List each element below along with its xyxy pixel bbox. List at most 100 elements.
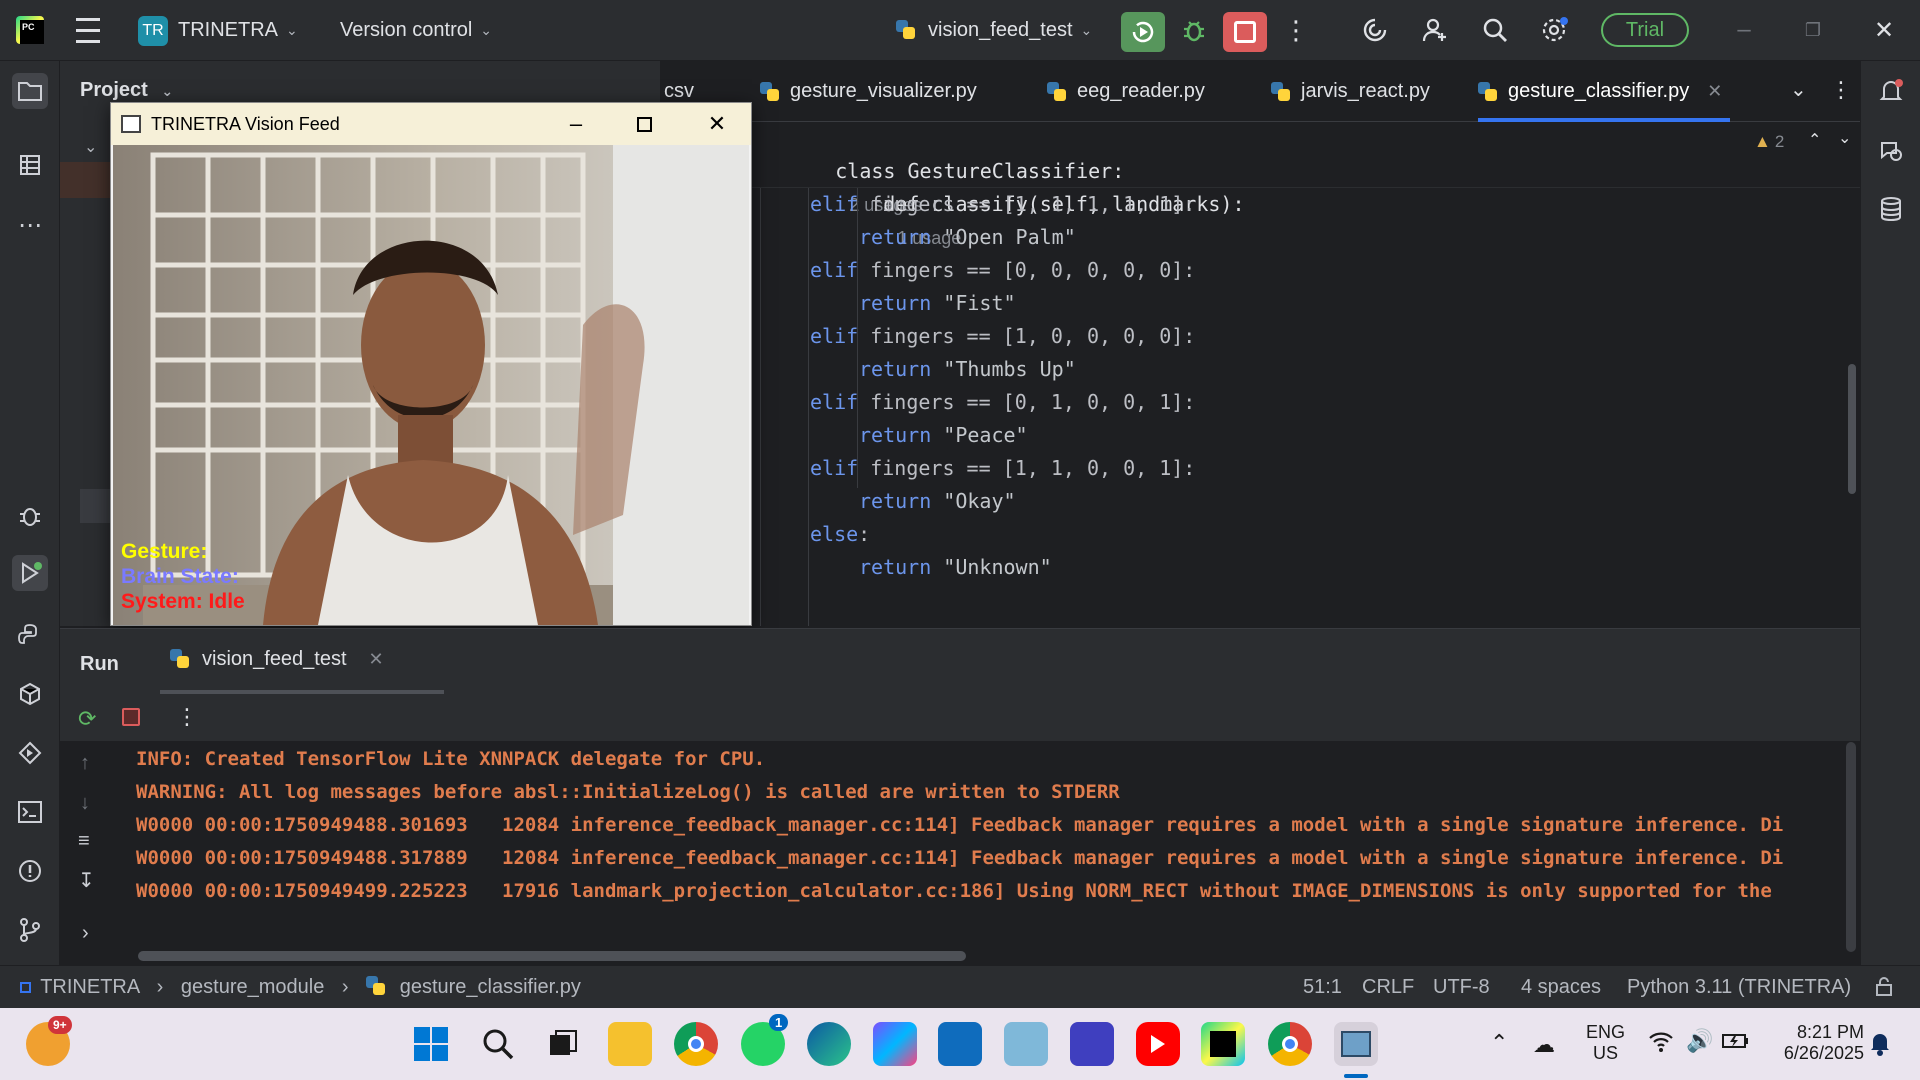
search-icon[interactable] <box>1479 14 1511 46</box>
microsoft365-icon[interactable] <box>873 1022 917 1066</box>
console-h-scrollbar[interactable] <box>138 951 966 961</box>
indent-setting[interactable]: 4 spaces <box>1521 976 1601 999</box>
code-line[interactable]: return "Unknown" <box>859 551 1052 584</box>
start-windows-icon[interactable] <box>409 1022 453 1066</box>
console-log-line[interactable]: WARNING: All log messages before absl::I… <box>136 781 1120 803</box>
console-log-line[interactable]: W0000 00:00:1750949488.317889 12084 infe… <box>136 847 1783 869</box>
git-branch-icon[interactable] <box>12 912 48 948</box>
code-line[interactable]: elif fingers == [1, 0, 0, 0, 0]: <box>810 320 1195 353</box>
whatsapp-icon[interactable]: 1 <box>741 1014 789 1066</box>
battery-icon[interactable] <box>1722 1032 1750 1055</box>
run-config-selector[interactable]: vision_feed_test ⌄ <box>896 0 1092 61</box>
edge-icon[interactable] <box>807 1022 851 1066</box>
clock[interactable]: 8:21 PM 6/26/2025 <box>1768 1022 1864 1064</box>
run-tool-icon[interactable] <box>12 555 48 591</box>
code-line[interactable]: elif fingers == [0, 1, 0, 0, 1]: <box>810 386 1195 419</box>
services-icon[interactable] <box>12 735 48 771</box>
editor-scrollbar[interactable] <box>1848 364 1856 494</box>
settings-gear-icon[interactable] <box>1538 14 1570 46</box>
chrome-profile-icon[interactable] <box>1268 1022 1312 1066</box>
prev-highlight-icon[interactable]: ⌃ <box>1808 130 1821 150</box>
code-line[interactable]: else: <box>810 518 870 551</box>
code-line[interactable]: elif fingers == [0, 0, 0, 0, 0]: <box>810 254 1195 287</box>
maximize-icon[interactable] <box>623 109 665 139</box>
next-highlight-icon[interactable]: ⌄ <box>1838 128 1851 148</box>
task-view-icon[interactable] <box>541 1022 585 1066</box>
main-menu-button[interactable] <box>74 0 102 61</box>
database-icon[interactable] <box>1873 191 1909 227</box>
more-actions-icon[interactable]: ⋮ <box>176 704 198 730</box>
warning-icon[interactable]: ▲ 2 <box>1754 132 1784 152</box>
terminal-icon[interactable] <box>12 794 48 830</box>
sticky-class-line[interactable]: class GestureClassifier: 2 usages <box>763 122 1124 215</box>
notifications-bell-icon[interactable] <box>1873 73 1909 109</box>
chrome-icon[interactable] <box>674 1022 718 1066</box>
console-output[interactable]: INFO: Created TensorFlow Lite XNNPACK de… <box>120 742 1820 966</box>
language-indicator[interactable]: ENG US <box>1586 1022 1625 1064</box>
code-line[interactable]: return "Open Palm" <box>859 221 1076 254</box>
pycharm-taskbar-icon[interactable] <box>1201 1022 1245 1066</box>
minimize-icon[interactable]: – <box>555 109 597 139</box>
search-icon[interactable] <box>476 1022 520 1066</box>
close-tab-icon[interactable]: ✕ <box>1707 81 1722 102</box>
wifi-icon[interactable] <box>1648 1030 1674 1057</box>
python-console-icon[interactable] <box>12 617 48 653</box>
structure-icon[interactable] <box>12 147 48 183</box>
soft-wrap-icon[interactable]: ≡ <box>78 830 90 853</box>
scroll-down-icon[interactable]: ↓ <box>80 792 90 815</box>
stop-icon[interactable] <box>122 708 140 726</box>
rerun-button[interactable] <box>1121 12 1165 52</box>
sticky-def-line[interactable]: def classify(self, landmarks): 1 usage <box>811 155 1244 248</box>
tab-jarvis-react[interactable]: jarvis_react.py <box>1271 61 1430 122</box>
debug-button[interactable] <box>1178 14 1210 46</box>
more-tools-icon[interactable]: ⋯ <box>12 207 48 243</box>
file-encoding[interactable]: UTF-8 <box>1433 976 1490 999</box>
debug-tool-icon[interactable] <box>12 497 48 533</box>
stop-button[interactable] <box>1223 12 1267 52</box>
lock-icon[interactable] <box>1874 976 1894 1002</box>
caret-position[interactable]: 51:1 <box>1303 976 1342 999</box>
console-log-line[interactable]: INFO: Created TensorFlow Lite XNNPACK de… <box>136 748 765 770</box>
tab-gesture-visualizer[interactable]: gesture_visualizer.py <box>760 61 977 122</box>
code-line[interactable]: return "Thumbs Up" <box>859 353 1076 386</box>
expand-chevron-icon[interactable]: › <box>82 922 89 945</box>
breadcrumb-file[interactable]: gesture_classifier.py <box>400 976 581 998</box>
console-log-line[interactable]: W0000 00:00:1750949488.301693 12084 infe… <box>136 814 1783 836</box>
linear-app-icon[interactable] <box>1070 1022 1114 1066</box>
widgets-icon[interactable]: 9+ <box>26 1016 72 1066</box>
project-folder-icon[interactable] <box>12 73 48 109</box>
tree-chevron-icon[interactable]: ⌄ <box>84 137 97 157</box>
tab-eeg-reader[interactable]: eeg_reader.py <box>1047 61 1205 122</box>
minimize-icon[interactable]: – <box>1728 14 1760 46</box>
console-log-line[interactable]: W0000 00:00:1750949499.225223 17916 land… <box>136 880 1772 902</box>
line-separator[interactable]: CRLF <box>1362 976 1414 999</box>
close-tab-icon[interactable]: ✕ <box>369 649 384 670</box>
add-user-icon[interactable] <box>1419 14 1451 46</box>
more-actions-button[interactable]: ⋮ <box>1280 14 1312 46</box>
close-icon[interactable]: ✕ <box>696 109 738 139</box>
scroll-to-end-icon[interactable]: ↧ <box>78 868 95 893</box>
breadcrumb-project[interactable]: TRINETRA <box>40 976 139 998</box>
breadcrumb-module[interactable]: gesture_module <box>181 976 324 998</box>
ai-chat-icon[interactable] <box>1873 133 1909 169</box>
project-panel-header[interactable]: Project ⌄ <box>80 79 173 102</box>
scroll-up-icon[interactable]: ↑ <box>80 752 90 775</box>
tab-more-icon[interactable]: ⋮ <box>1830 77 1852 103</box>
volume-icon[interactable]: 🔊 <box>1686 1028 1713 1054</box>
tab-gesture-classifier[interactable]: gesture_classifier.py ✕ <box>1478 61 1731 122</box>
code-line[interactable]: return "Peace" <box>859 419 1028 452</box>
restore-icon[interactable]: ❐ <box>1797 14 1829 46</box>
trial-button[interactable]: Trial <box>1601 13 1689 47</box>
file-explorer-icon[interactable] <box>608 1022 652 1066</box>
outlook-icon[interactable] <box>938 1022 982 1066</box>
run-panel-title[interactable]: Run <box>80 653 119 676</box>
code-line[interactable]: return "Okay" <box>859 485 1016 518</box>
python-interpreter[interactable]: Python 3.11 (TRINETRA) <box>1627 976 1851 999</box>
ai-assistant-icon[interactable] <box>1359 14 1391 46</box>
rerun-icon[interactable]: ⟳ <box>78 706 96 732</box>
python-app-icon[interactable] <box>1334 1022 1378 1066</box>
console-v-scrollbar[interactable] <box>1846 742 1856 952</box>
show-hidden-icons-chevron-icon[interactable]: ⌃ <box>1490 1030 1508 1056</box>
notification-bell-icon[interactable] <box>1868 1030 1892 1061</box>
project-switcher[interactable]: TR TRINETRA ⌄ <box>138 0 298 61</box>
